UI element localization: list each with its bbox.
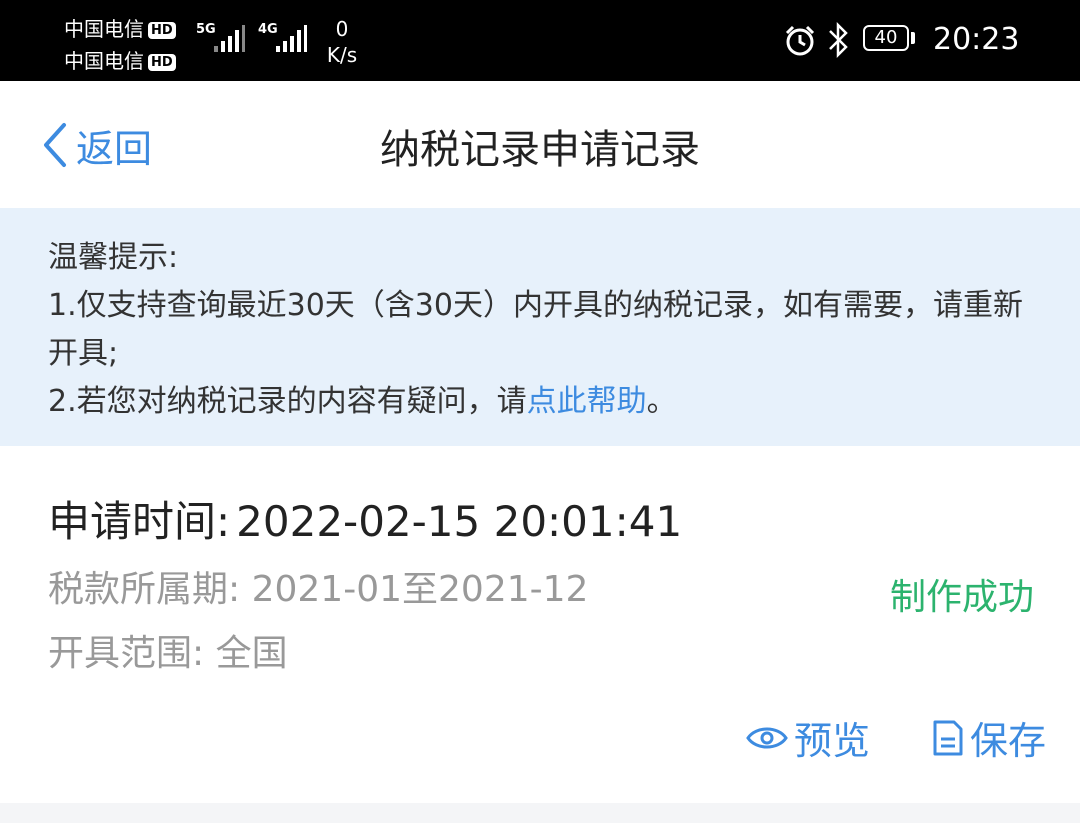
hd-badge: HD [148, 54, 176, 71]
issue-scope: 开具范围: 全国 [48, 624, 288, 676]
tax-period-label: 税款所属期: [48, 569, 241, 610]
save-button[interactable]: 保存 [932, 710, 1046, 765]
save-label: 保存 [969, 719, 1046, 763]
notice-line-2-suffix: 。 [646, 384, 677, 419]
status-time: 20:23 [933, 22, 1020, 57]
bluetooth-icon [829, 21, 848, 59]
carrier-1-label: 中国电信 [64, 17, 144, 41]
alarm-icon [785, 25, 815, 56]
record-card: 申请时间: 2022-02-15 20:01:41 税款所属期: 2021-01至… [0, 446, 1080, 803]
notice-line-2-prefix: 2.若您对纳税记录的内容有疑问，请 [48, 384, 527, 419]
notice-line-1: 1.仅支持查询最近30天（含30天）内开具的纳税记录，如有需要，请重新开具; [48, 288, 1023, 371]
tax-period: 税款所属期: 2021-01至2021-12 [48, 560, 588, 612]
notice-line-2: 2.若您对纳税记录的内容有疑问，请点此帮助。 [48, 378, 1032, 426]
signal-strength-icon [214, 25, 245, 52]
battery-nub [911, 32, 915, 44]
notice-box: 温馨提示: 1.仅支持查询最近30天（含30天）内开具的纳税记录，如有需要，请重… [0, 208, 1080, 446]
signal-strength-icon [276, 25, 307, 52]
network-speed-unit: K/s [326, 43, 358, 67]
status-bar: 中国电信 HD 中国电信 HD 5G 4G 0 K/s 40 20:23 [0, 0, 1080, 81]
battery-icon: 40 [863, 25, 909, 51]
issue-scope-label: 开具范围: [48, 633, 205, 674]
issue-scope-value: 全国 [215, 633, 288, 674]
hd-badge: HD [148, 22, 176, 39]
carrier-1: 中国电信 HD [64, 13, 176, 42]
bottom-spacer [0, 803, 1080, 823]
record-actions: 预览 保存 [746, 710, 1046, 765]
apply-time: 申请时间: 2022-02-15 20:01:41 [48, 488, 682, 549]
apply-time-label: 申请时间: [48, 497, 231, 546]
document-icon [933, 720, 963, 755]
page-title: 纳税记录申请记录 [380, 127, 700, 173]
apply-time-value: 2022-02-15 20:01:41 [236, 497, 683, 546]
status-badge: 制作成功 [889, 577, 1034, 618]
preview-button[interactable]: 预览 [746, 710, 870, 765]
preview-label: 预览 [793, 719, 870, 763]
network-speed: 0 K/s [320, 16, 364, 68]
carrier-2-label: 中国电信 [64, 49, 144, 73]
eye-icon [746, 727, 788, 748]
help-link[interactable]: 点此帮助 [527, 384, 647, 419]
nav-bar: 返回 纳税记录申请记录 [0, 81, 1080, 208]
notice-heading: 温馨提示: [48, 240, 179, 275]
network-speed-value: 0 [335, 17, 349, 41]
carrier-2: 中国电信 HD [64, 45, 176, 74]
tax-period-value: 2021-01至2021-12 [251, 569, 589, 610]
